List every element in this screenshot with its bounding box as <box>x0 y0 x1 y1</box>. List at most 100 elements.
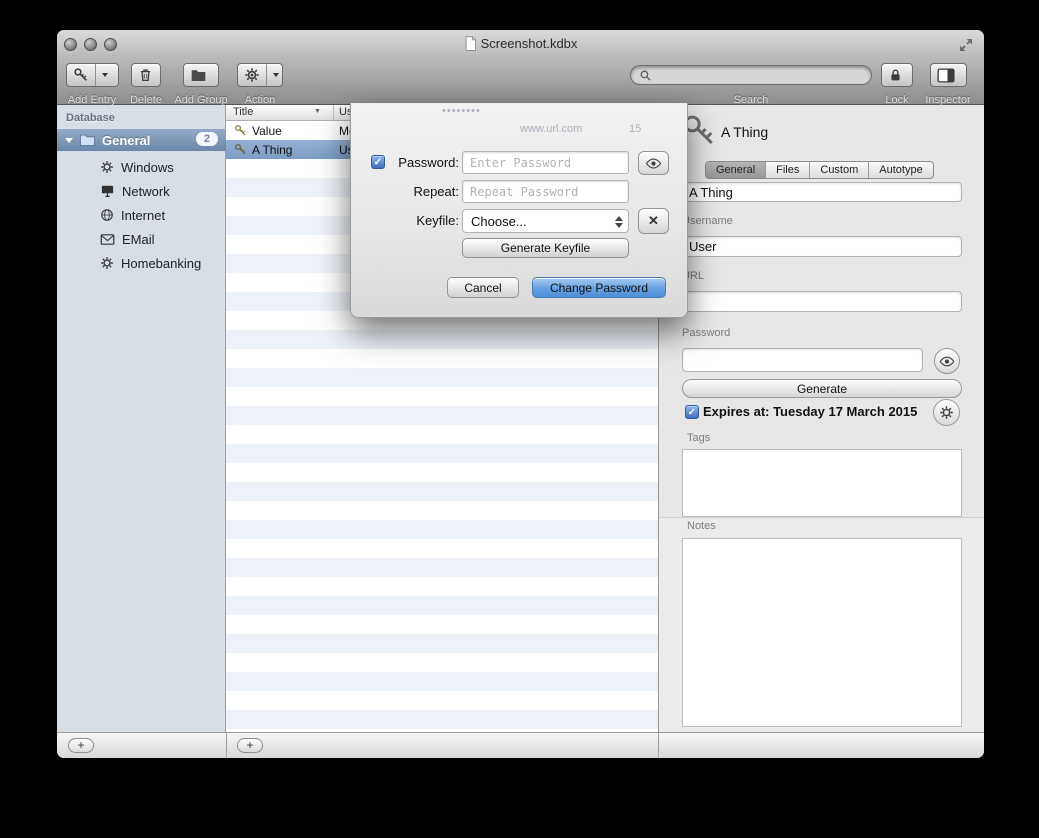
column-divider[interactable] <box>333 105 334 121</box>
change-password-dialog: •••••••• www.url.com 15 ✓ Password: Repe… <box>350 103 688 318</box>
keyfile-dropdown[interactable]: Choose... <box>462 209 629 233</box>
group-sidebar: Database General 2 Windows Network Inter… <box>57 105 226 732</box>
inspector-panel-icon <box>931 64 961 86</box>
pane-divider <box>658 733 659 758</box>
lock-button[interactable] <box>881 63 913 87</box>
eye-icon <box>939 356 955 367</box>
tags-input[interactable] <box>682 449 962 517</box>
key-icon <box>234 124 247 137</box>
sidebar-item-label: Homebanking <box>121 256 201 271</box>
delete-button[interactable] <box>131 63 161 87</box>
sidebar-item-windows[interactable]: Windows <box>57 155 226 179</box>
dialog-password-label: Password: <box>389 155 459 170</box>
repeat-password-input[interactable] <box>462 180 629 203</box>
dialog-keyfile-label: Keyfile: <box>389 213 459 228</box>
obscured-password-cell: •••••••• <box>442 105 481 117</box>
generate-keyfile-button[interactable]: Generate Keyfile <box>462 238 629 258</box>
add-group-plus-button[interactable]: + <box>68 738 94 753</box>
password-label: Password <box>682 327 730 339</box>
sidebar-item-homebanking[interactable]: Homebanking <box>57 251 226 275</box>
expires-checkbox[interactable]: ✓ <box>685 405 699 419</box>
inspector-panel: A Thing General Files Custom Autotype Us… <box>658 105 984 732</box>
sidebar-item-internet[interactable]: Internet <box>57 203 226 227</box>
padlock-icon <box>882 64 909 86</box>
username-field[interactable] <box>682 236 962 257</box>
chevron-down-icon <box>273 73 279 77</box>
notes-label: Notes <box>687 520 716 532</box>
tab-custom[interactable]: Custom <box>809 162 868 178</box>
generate-password-button[interactable]: Generate <box>682 379 962 398</box>
titlebar: Screenshot.kdbx <box>57 30 984 58</box>
search-field[interactable] <box>630 65 872 85</box>
notes-section: Notes <box>659 517 984 732</box>
gear-icon <box>100 256 114 270</box>
new-password-input[interactable] <box>462 151 629 174</box>
entry-count-badge: 2 <box>196 132 218 146</box>
action-button[interactable] <box>237 63 283 87</box>
sidebar-item-label: Internet <box>121 208 165 223</box>
globe-icon <box>100 208 114 222</box>
monitor-icon <box>100 184 115 198</box>
fullscreen-icon[interactable] <box>958 37 974 53</box>
sort-indicator-icon: ▼ <box>314 108 321 115</box>
add-entry-dropdown[interactable] <box>95 64 114 86</box>
add-group-button[interactable] <box>183 63 219 87</box>
password-settings-button[interactable] <box>933 399 960 426</box>
url-field[interactable] <box>682 291 962 312</box>
keyfile-dropdown-value: Choose... <box>471 214 527 229</box>
password-field[interactable] <box>682 348 923 372</box>
reveal-password-button[interactable] <box>638 151 669 175</box>
sidebar-item-label: Network <box>122 184 170 199</box>
document-icon <box>464 36 477 51</box>
stepper-arrows-icon <box>613 214 624 229</box>
window-title-text: Screenshot.kdbx <box>481 36 578 51</box>
chevron-down-icon <box>102 73 108 77</box>
reveal-password-button[interactable] <box>934 348 960 374</box>
inspector-button[interactable] <box>930 63 967 87</box>
inspector-entry-title: A Thing <box>721 124 768 140</box>
entry-title-field[interactable] <box>682 182 962 202</box>
search-icon <box>639 69 652 82</box>
tags-label: Tags <box>687 432 710 444</box>
sidebar-group-general[interactable]: General 2 <box>57 129 226 151</box>
sidebar-group-label: General <box>102 133 150 148</box>
bottom-bar: + + <box>57 732 984 758</box>
entry-title-cell: Value <box>252 124 282 138</box>
envelope-icon <box>100 233 115 246</box>
gear-icon <box>100 160 114 174</box>
gear-icon <box>238 64 266 86</box>
add-entry-button[interactable] <box>66 63 119 87</box>
password-enabled-checkbox[interactable]: ✓ <box>371 155 385 169</box>
sidebar-item-network[interactable]: Network <box>57 179 226 203</box>
tab-general[interactable]: General <box>706 162 765 178</box>
add-entry-plus-button[interactable]: + <box>237 738 263 753</box>
tab-files[interactable]: Files <box>765 162 809 178</box>
expires-label: Expires at: Tuesday 17 March 2015 <box>703 404 917 419</box>
pane-divider <box>226 733 227 758</box>
folder-icon <box>184 64 213 86</box>
action-dropdown[interactable] <box>266 64 285 86</box>
disclosure-triangle-icon[interactable] <box>65 138 73 143</box>
change-password-button[interactable]: Change Password <box>532 277 666 298</box>
sidebar-item-label: EMail <box>122 232 155 247</box>
dialog-repeat-label: Repeat: <box>389 184 459 199</box>
tab-autotype[interactable]: Autotype <box>868 162 932 178</box>
obscured-url-cell: www.url.com <box>520 123 582 135</box>
cancel-button[interactable]: Cancel <box>447 277 519 298</box>
trash-icon <box>132 64 159 86</box>
inspector-tabs: General Files Custom Autotype <box>705 161 934 179</box>
sidebar-item-email[interactable]: EMail <box>57 227 226 251</box>
app-window: Screenshot.kdbx Add Entry Delete Add Gro… <box>57 30 984 758</box>
clear-keyfile-button[interactable]: ✕ <box>638 208 669 234</box>
notes-input[interactable] <box>682 538 962 727</box>
search-input[interactable] <box>657 68 863 82</box>
username-label: Username <box>682 215 733 227</box>
eye-icon <box>645 158 662 169</box>
toolbar: Add Entry Delete Add Group Action Search <box>57 58 984 105</box>
folder-icon <box>79 133 96 147</box>
key-icon <box>67 64 95 86</box>
window-title: Screenshot.kdbx <box>57 36 984 51</box>
sidebar-item-label: Windows <box>121 160 174 175</box>
column-header-title[interactable]: Title <box>233 106 253 118</box>
gear-icon <box>939 405 954 420</box>
